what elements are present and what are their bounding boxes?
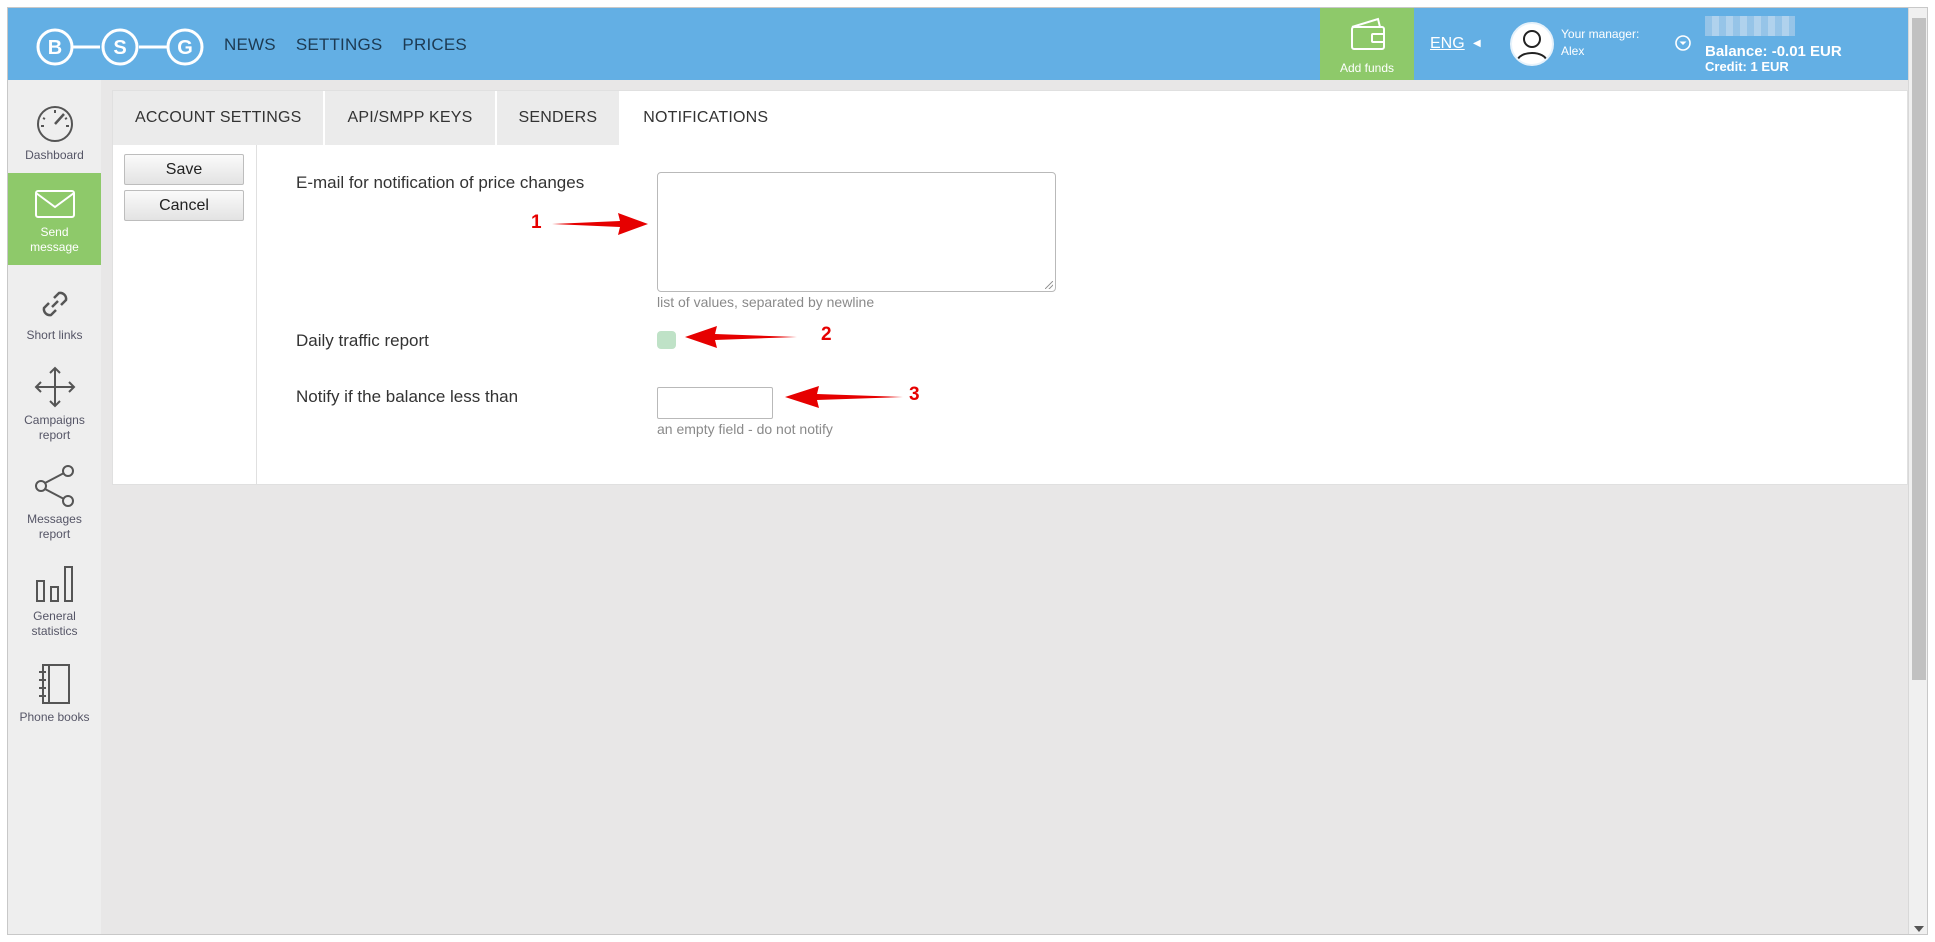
annotation-arrow-left-icon (685, 326, 797, 348)
add-funds-label: Add funds (1339, 61, 1395, 75)
sidebar-item-short-links[interactable]: Short links (8, 284, 101, 358)
balance-threshold-input[interactable] (657, 387, 773, 419)
app-window: B S G NEWS SETTINGS PRICES Add funds ENG… (7, 7, 1928, 935)
cancel-button[interactable]: Cancel (124, 190, 244, 221)
main-nav: NEWS SETTINGS PRICES (224, 35, 467, 55)
language-selector[interactable]: ENG (1430, 35, 1465, 53)
logo-letter-s: S (113, 37, 126, 59)
notebook-icon (38, 664, 70, 704)
logo-letter-b: B (48, 37, 62, 59)
daily-traffic-label: Daily traffic report (296, 331, 429, 350)
sidebar-item-general-statistics[interactable]: General statistics (8, 563, 101, 653)
manager-label: Your manager: (1561, 27, 1640, 41)
bar-chart-icon (35, 566, 73, 602)
sidebar-item-label: Campaigns report (24, 413, 85, 442)
email-notification-label: E-mail for notification of price changes (296, 173, 585, 192)
daily-traffic-checkbox[interactable] (657, 331, 676, 349)
top-header: B S G NEWS SETTINGS PRICES Add funds ENG… (8, 8, 1908, 80)
balance-threshold-label: Notify if the balance less than (296, 387, 519, 406)
bsg-logo[interactable]: B S G (34, 26, 206, 68)
sidebar-item-phone-books[interactable]: Phone books (8, 662, 101, 742)
annotation-number-3: 3 (909, 384, 920, 405)
chevron-circle-down-icon[interactable] (1674, 34, 1692, 52)
tab-notifications[interactable]: NOTIFICATIONS (621, 91, 793, 145)
speedometer-icon (36, 106, 73, 142)
sidebar-item-campaigns-report[interactable]: Campaigns report (8, 365, 101, 455)
credit-value: Credit: 1 EUR (1705, 59, 1789, 74)
annotation-arrow-right-icon (552, 213, 648, 235)
nav-settings[interactable]: SETTINGS (296, 35, 383, 55)
annotation-number-2: 2 (821, 324, 832, 345)
sidebar-item-label: Phone books (19, 710, 90, 724)
manager-name: Alex (1561, 44, 1585, 58)
tab-account-settings[interactable]: ACCOUNT SETTINGS (113, 91, 326, 145)
user-icon (1516, 30, 1548, 63)
logo-letter-g: G (177, 37, 193, 59)
email-notification-textarea[interactable] (657, 172, 1056, 292)
sidebar-item-send-message[interactable]: Send message (8, 173, 101, 265)
wallet-icon (1351, 17, 1385, 50)
nav-prices[interactable]: PRICES (402, 35, 467, 55)
sidebar: Dashboard Send message Short links Campa… (8, 80, 101, 934)
share-icon (34, 465, 74, 507)
link-icon (42, 291, 67, 317)
settings-tabs: ACCOUNT SETTINGS API/SMPP KEYS SENDERS N… (113, 91, 793, 145)
sidebar-item-label: Messages report (27, 512, 82, 541)
annotation-number-1: 1 (531, 212, 542, 233)
balance-hint: an empty field - do not notify (657, 421, 833, 437)
tab-senders[interactable]: SENDERS (496, 91, 622, 145)
sidebar-item-label: Send message (30, 225, 79, 254)
email-hint: list of values, separated by newline (657, 294, 875, 310)
account-id-blurred (1705, 16, 1795, 36)
scroll-down-icon[interactable] (1914, 926, 1924, 932)
sidebar-item-dashboard[interactable]: Dashboard (8, 90, 101, 162)
sidebar-item-label: General statistics (31, 609, 78, 638)
action-column: Save Cancel (113, 145, 257, 485)
sidebar-item-label: Short links (26, 328, 83, 342)
settings-panel: ACCOUNT SETTINGS API/SMPP KEYS SENDERS N… (112, 90, 1908, 485)
manager-avatar (1510, 22, 1554, 66)
sidebar-item-messages-report[interactable]: Messages report (8, 464, 101, 554)
add-funds-button[interactable]: Add funds (1320, 8, 1414, 80)
page-scrollbar[interactable] (1908, 8, 1927, 934)
caret-left-icon[interactable]: ◀ (1473, 38, 1481, 49)
sidebar-item-label: Dashboard (25, 148, 84, 162)
balance-value: Balance: -0.01 EUR (1705, 43, 1842, 60)
scrollbar-thumb[interactable] (1912, 18, 1926, 680)
nav-news[interactable]: NEWS (224, 35, 276, 55)
save-button[interactable]: Save (124, 154, 244, 185)
move-arrows-icon (34, 366, 75, 408)
annotation-arrow-left-icon (785, 386, 903, 408)
envelope-icon (34, 190, 75, 218)
tab-api-smpp-keys[interactable]: API/SMPP KEYS (325, 91, 497, 145)
manager-info: Your manager: Alex (1561, 26, 1639, 60)
